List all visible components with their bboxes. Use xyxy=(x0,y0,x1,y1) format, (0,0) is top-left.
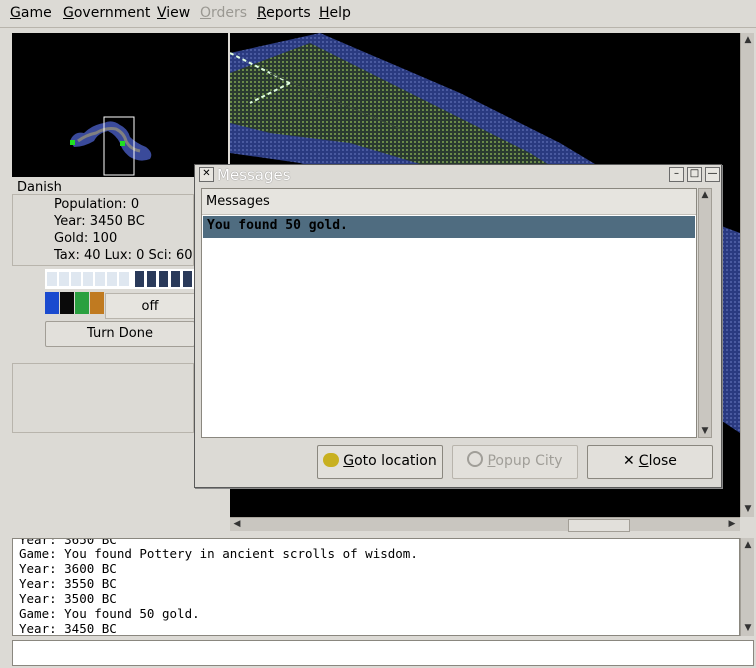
scroll-down-icon[interactable]: ▼ xyxy=(742,622,754,634)
scroll-right-icon[interactable]: ▶ xyxy=(726,518,738,530)
minimap-terrain xyxy=(70,116,152,176)
maximize-icon[interactable]: □ xyxy=(687,167,702,182)
messages-dialog: ✕ Messages – □ — Messages You found 50 g… xyxy=(194,164,722,488)
menu-help[interactable]: Help xyxy=(319,5,351,21)
bulb-icon xyxy=(45,292,59,314)
scroll-thumb[interactable] xyxy=(568,519,630,532)
year-text: Year: 3450 BC xyxy=(54,214,145,229)
gold-text: Gold: 100 xyxy=(54,231,118,246)
dialog-titlebar[interactable]: ✕ Messages – □ — xyxy=(195,165,721,185)
minimize-icon[interactable]: – xyxy=(669,167,684,182)
log-line: Year: 3450 BC xyxy=(19,621,117,636)
log-line: Game: You found 50 gold. xyxy=(19,606,200,621)
scroll-up-icon[interactable]: ▲ xyxy=(742,539,754,551)
log-line: Year: 3500 BC xyxy=(19,591,117,606)
status-icons xyxy=(45,292,105,314)
government-icon xyxy=(90,292,104,314)
chat-log-scrollbar[interactable]: ▲ ▼ xyxy=(740,538,754,636)
dialog-title: Messages xyxy=(217,166,291,184)
population-text: Population: 0 xyxy=(54,197,140,212)
tax-rate-icons[interactable] xyxy=(45,269,195,289)
goto-icon xyxy=(323,453,340,467)
map-horizontal-scrollbar[interactable]: ◀ ▶ xyxy=(230,517,740,532)
menu-government[interactable]: Government xyxy=(63,5,150,21)
menubar: Game Government View Orders Reports Help xyxy=(0,0,756,28)
zoom-icon xyxy=(467,451,484,467)
list-column-header[interactable]: Messages xyxy=(202,189,696,215)
timeout-toggle[interactable]: off xyxy=(105,293,195,319)
log-line: Year: 3600 BC xyxy=(19,561,117,576)
scroll-up-icon[interactable]: ▲ xyxy=(742,34,754,46)
close-button[interactable]: ✕ Close xyxy=(587,445,713,479)
turn-done-button[interactable]: Turn Done xyxy=(45,321,195,347)
chat-log: Year: 3650 BC Game: You found Pottery in… xyxy=(12,538,740,636)
rates-text: Tax: 40 Lux: 0 Sci: 60 xyxy=(54,248,193,263)
scroll-up-icon[interactable]: ▲ xyxy=(699,189,711,201)
messages-list[interactable]: Messages You found 50 gold. xyxy=(201,188,697,438)
menu-game[interactable]: Game xyxy=(10,5,52,21)
scroll-left-icon[interactable]: ◀ xyxy=(231,518,243,530)
menu-orders[interactable]: Orders xyxy=(200,5,247,21)
popup-city-button[interactable]: Popup City xyxy=(452,445,578,479)
menu-reports[interactable]: Reports xyxy=(257,5,311,21)
goto-location-button[interactable]: Goto location xyxy=(317,445,443,479)
messages-scrollbar[interactable]: ▲ ▼ xyxy=(698,188,712,438)
info-panel: Population: 0 Year: 3450 BC Gold: 100 Ta… xyxy=(12,194,194,266)
log-line: Game: You found Pottery in ancient scrol… xyxy=(19,546,418,561)
unit-info-panel xyxy=(12,363,194,433)
menu-view[interactable]: View xyxy=(157,5,190,21)
nation-name: Danish xyxy=(17,180,62,195)
scroll-down-icon[interactable]: ▼ xyxy=(699,425,711,437)
minimap[interactable] xyxy=(12,33,228,177)
list-item[interactable]: You found 50 gold. xyxy=(203,216,695,238)
close-icon[interactable]: ✕ xyxy=(199,167,214,182)
chat-input[interactable] xyxy=(12,640,754,666)
log-line: Year: 3550 BC xyxy=(19,576,117,591)
close-icon: ✕ xyxy=(623,453,635,469)
sun-icon xyxy=(60,292,74,314)
globe-icon xyxy=(75,292,89,314)
scroll-down-icon[interactable]: ▼ xyxy=(742,503,754,515)
map-vertical-scrollbar[interactable]: ▲ ▼ xyxy=(740,33,754,517)
shade-icon[interactable]: — xyxy=(705,167,720,182)
